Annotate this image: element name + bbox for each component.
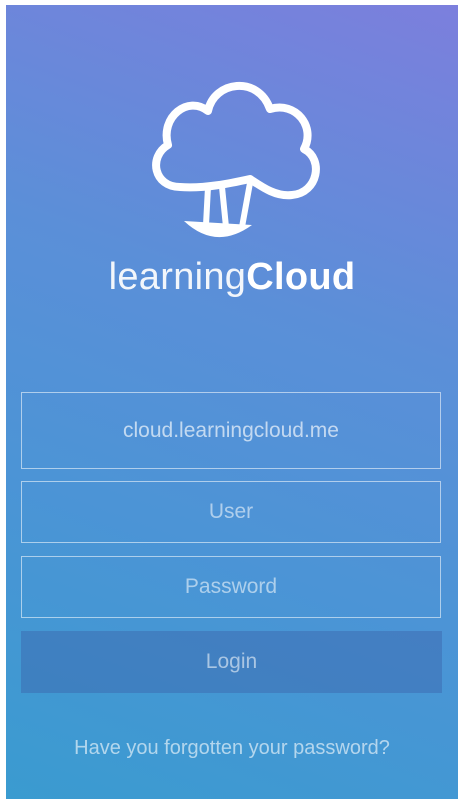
brand-name-bold: Cloud: [246, 256, 356, 298]
brand-name-light: learning: [108, 256, 247, 298]
app-brand-name: learningCloud: [6, 253, 458, 301]
login-screen: learningCloud Login Have you forgotten y…: [6, 5, 458, 799]
cloud-balloon-icon: [152, 81, 320, 238]
login-button[interactable]: Login: [21, 631, 442, 693]
server-url-field[interactable]: [21, 392, 441, 469]
forgot-password-link[interactable]: Have you forgotten your password?: [6, 737, 458, 760]
password-field[interactable]: [21, 556, 441, 618]
username-field[interactable]: [21, 481, 441, 543]
